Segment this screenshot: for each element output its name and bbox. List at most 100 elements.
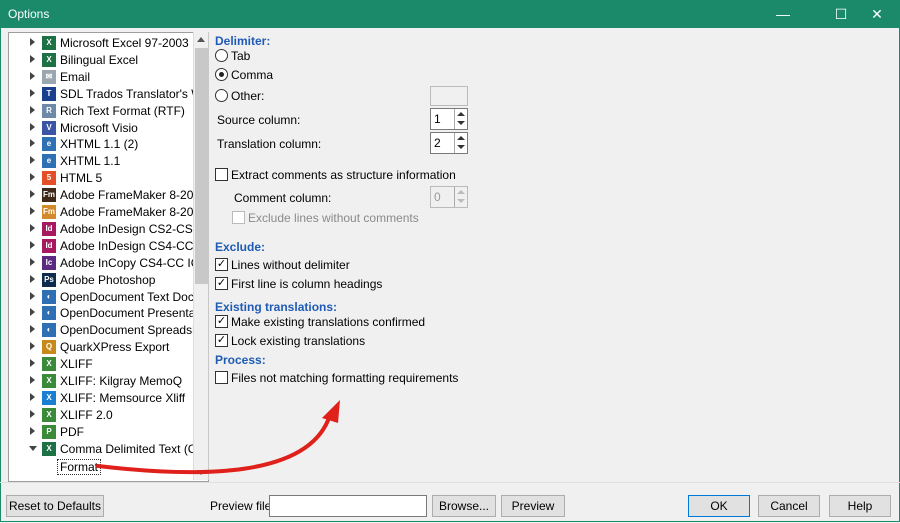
tree-item[interactable]: X XLIFF [9, 356, 194, 373]
comma-radio[interactable] [215, 68, 228, 81]
tree-item-label[interactable]: XLIFF [60, 357, 93, 371]
lines-without-delimiter-checkbox[interactable]: ✓ [215, 258, 228, 271]
source-column-value[interactable]: 1 [434, 112, 441, 126]
expand-right-icon[interactable] [30, 122, 35, 131]
tree-item[interactable]: ◐ OpenDocument Spreadsheet ( [9, 322, 208, 339]
tree-item[interactable]: Id Adobe InDesign CS2-CS4 INX [9, 221, 208, 238]
other-delimiter-input[interactable] [430, 86, 468, 106]
tree-item[interactable]: T SDL Trados Translator's Workb [9, 86, 208, 103]
tree-item-label[interactable]: OpenDocument Text Documen [60, 290, 208, 304]
minimize-button[interactable]: — [760, 0, 806, 28]
tree-item-label[interactable]: XLIFF: Memsource Xliff [60, 391, 185, 405]
cancel-button[interactable]: Cancel [758, 495, 820, 517]
expand-right-icon[interactable] [30, 88, 35, 97]
tree-item[interactable]: X Comma Delimited Text (CSV) [9, 441, 208, 458]
tree-item[interactable]: ◐ OpenDocument Text Documen [9, 289, 208, 306]
scroll-up-icon[interactable] [197, 37, 205, 42]
expand-right-icon[interactable] [30, 274, 35, 283]
tree-item-label[interactable]: SDL Trados Translator's Workb [60, 87, 208, 101]
panel-divider[interactable] [208, 32, 209, 480]
extract-comments-checkbox[interactable] [215, 168, 228, 181]
expand-right-icon[interactable] [30, 257, 35, 266]
other-radio-label[interactable]: Other: [231, 89, 264, 103]
tree-item-label[interactable]: Format [57, 458, 102, 475]
tree-item-label[interactable]: XHTML 1.1 (2) [60, 137, 138, 151]
close-button[interactable]: ✕ [854, 0, 900, 28]
tree-item[interactable]: V Microsoft Visio [9, 120, 194, 137]
exclude-lines-no-comments-label[interactable]: Exclude lines without comments [248, 211, 419, 225]
tree-item-label[interactable]: OpenDocument Presentation ( [60, 306, 208, 320]
tree-item[interactable]: X Microsoft Excel 97-2003 [9, 35, 194, 52]
tree-item[interactable]: Fm Adobe FrameMaker 8-2020 MI [9, 204, 208, 221]
tree-item-label[interactable]: Email [60, 70, 90, 84]
expand-right-icon[interactable] [30, 190, 35, 199]
comment-column-value[interactable]: 0 [434, 190, 441, 204]
expand-right-icon[interactable] [30, 38, 35, 46]
expand-right-icon[interactable] [30, 207, 35, 215]
expand-right-icon[interactable] [30, 409, 35, 418]
first-line-headings-label[interactable]: First line is column headings [231, 277, 382, 291]
tree-item[interactable]: X Bilingual Excel [9, 52, 194, 69]
spin-down-icon[interactable] [457, 145, 465, 149]
tree-item[interactable]: P PDF [9, 424, 194, 441]
comma-radio-label[interactable]: Comma [231, 68, 273, 82]
tree-item-label[interactable]: Comma Delimited Text (CSV) [60, 442, 208, 456]
first-line-headings-checkbox[interactable]: ✓ [215, 277, 228, 290]
translation-column-stepper[interactable]: 2 [430, 132, 468, 154]
spin-up-icon[interactable] [457, 190, 465, 194]
source-column-stepper[interactable]: 1 [430, 108, 468, 130]
preview-file-input[interactable] [269, 495, 427, 517]
tree-item-label[interactable]: Microsoft Visio [60, 121, 138, 135]
tree-item-label[interactable]: Adobe Photoshop [60, 273, 155, 287]
translation-column-value[interactable]: 2 [434, 136, 441, 150]
lock-existing-label[interactable]: Lock existing translations [231, 334, 365, 348]
preview-button[interactable]: Preview [501, 495, 565, 517]
tree-item[interactable]: X XLIFF: Memsource Xliff [9, 390, 194, 407]
file-types-tree[interactable]: X Microsoft Excel 97-2003 X Bilingual Excel… [8, 32, 209, 482]
spin-up-icon[interactable] [457, 112, 465, 116]
comment-column-spin-buttons[interactable] [454, 187, 467, 207]
reset-to-defaults-button[interactable]: Reset to Defaults [6, 495, 104, 517]
expand-right-icon[interactable] [30, 156, 35, 165]
tree-item[interactable]: Ps Adobe Photoshop [9, 272, 194, 289]
spin-up-icon[interactable] [457, 136, 465, 140]
tree-item[interactable]: Ic Adobe InCopy CS4-CC ICML [9, 255, 208, 272]
lock-existing-checkbox[interactable]: ✓ [215, 334, 228, 347]
tree-item-label[interactable]: XLIFF 2.0 [60, 408, 113, 422]
expand-right-icon[interactable] [30, 139, 35, 148]
comment-column-stepper[interactable]: 0 [430, 186, 468, 208]
expand-right-icon[interactable] [30, 54, 35, 63]
tab-radio[interactable] [215, 49, 228, 62]
other-radio[interactable] [215, 89, 228, 102]
translation-column-spin-buttons[interactable] [454, 133, 467, 153]
expand-right-icon[interactable] [30, 359, 35, 368]
browse-button[interactable]: Browse... [432, 495, 496, 517]
tree-item-label[interactable]: Adobe FrameMaker 8-2020 MI [60, 188, 208, 202]
expand-down-icon[interactable] [29, 445, 37, 451]
tree-item[interactable]: X XLIFF 2.0 [9, 407, 194, 424]
tree-item-label[interactable]: PDF [60, 425, 84, 439]
expand-right-icon[interactable] [30, 223, 35, 232]
scroll-down-icon[interactable] [197, 470, 205, 475]
expand-right-icon[interactable] [30, 426, 35, 435]
tree-item-label[interactable]: Adobe InCopy CS4-CC ICML [60, 256, 208, 270]
spin-down-icon[interactable] [457, 121, 465, 125]
expand-right-icon[interactable] [30, 325, 35, 334]
tree-item[interactable]: Q QuarkXPress Export [9, 339, 194, 356]
tree-item-label[interactable]: Rich Text Format (RTF) [60, 104, 185, 118]
tree-item-label[interactable]: QuarkXPress Export [60, 340, 169, 354]
tree-item[interactable]: R Rich Text Format (RTF) [9, 103, 194, 120]
expand-right-icon[interactable] [30, 308, 35, 317]
ok-button[interactable]: OK [688, 495, 750, 517]
tree-item-label[interactable]: HTML 5 [60, 171, 102, 185]
tree-item-label[interactable]: Bilingual Excel [60, 53, 138, 67]
make-confirmed-label[interactable]: Make existing translations confirmed [231, 315, 425, 329]
tree-item-label[interactable]: Adobe InDesign CS2-CS4 INX [60, 222, 208, 236]
files-not-matching-checkbox[interactable] [215, 371, 228, 384]
tree-scrollbar[interactable] [193, 32, 209, 480]
source-column-spin-buttons[interactable] [454, 109, 467, 129]
tree-item[interactable]: X XLIFF: Kilgray MemoQ [9, 373, 194, 390]
expand-right-icon[interactable] [30, 392, 35, 401]
expand-right-icon[interactable] [30, 71, 35, 80]
tree-item-label[interactable]: Microsoft Excel 97-2003 [60, 36, 189, 50]
